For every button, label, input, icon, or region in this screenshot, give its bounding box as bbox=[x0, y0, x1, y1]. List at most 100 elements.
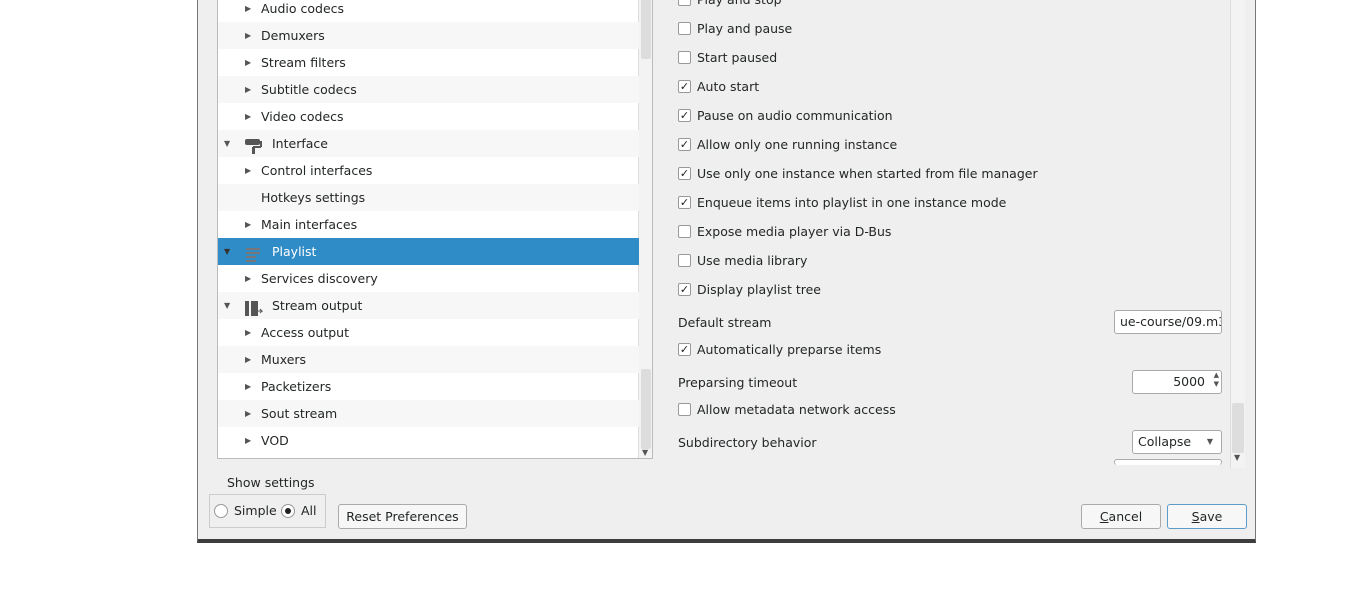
checkbox[interactable] bbox=[678, 254, 691, 267]
spin-arrows-icon[interactable]: ▲ ▼ bbox=[1214, 371, 1219, 389]
chevron-right-icon[interactable]: ▶ bbox=[245, 157, 251, 184]
scroll-thumb[interactable] bbox=[641, 369, 651, 449]
option-label: Enqueue items into playlist in one insta… bbox=[697, 195, 1007, 210]
tree-item[interactable]: ▶ Access output bbox=[218, 319, 639, 346]
cancel-button[interactable]: Cancel bbox=[1081, 504, 1161, 529]
reset-preferences-button[interactable]: Reset Preferences bbox=[338, 504, 467, 529]
option-allow-only-one-running-instance[interactable]: ✓ Allow only one running instance bbox=[678, 135, 1223, 155]
tree-item[interactable]: ▼ Interface bbox=[218, 130, 639, 157]
checkbox[interactable]: ✓ bbox=[678, 138, 691, 151]
tree-item[interactable]: ▶ Subtitle codecs bbox=[218, 76, 639, 103]
label: ancel bbox=[1108, 509, 1143, 524]
radio-all[interactable] bbox=[281, 504, 295, 518]
tree-item[interactable]: ▶ Audio codecs bbox=[218, 0, 639, 22]
tree-item-label: Audio codecs bbox=[261, 1, 345, 16]
option-label: Subdirectory behavior bbox=[678, 435, 817, 450]
checkbox[interactable] bbox=[678, 225, 691, 238]
checkbox[interactable] bbox=[678, 22, 691, 35]
tree-item[interactable]: ▶ Stream filters bbox=[218, 49, 639, 76]
default-stream-input[interactable]: ue-course/09.m3u bbox=[1114, 310, 1222, 334]
checkbox[interactable]: ✓ bbox=[678, 343, 691, 356]
option-play-and-pause[interactable]: Play and pause bbox=[678, 19, 1223, 39]
option-pause-on-audio-communication[interactable]: ✓ Pause on audio communication bbox=[678, 106, 1223, 126]
tree-item[interactable]: ▶ Muxers bbox=[218, 346, 639, 373]
checkbox[interactable]: ✓ bbox=[678, 109, 691, 122]
scroll-down-icon[interactable]: ▼ bbox=[642, 448, 648, 457]
chevron-right-icon[interactable]: ▶ bbox=[245, 265, 251, 292]
option-label: Pause on audio communication bbox=[697, 108, 893, 123]
tree-item[interactable]: ▶ Video codecs bbox=[218, 103, 639, 130]
option-label: Use media library bbox=[697, 253, 808, 268]
tree-item[interactable]: ▶ Sout stream bbox=[218, 400, 639, 427]
subdirectory-behavior-select[interactable]: Collapse ▼ bbox=[1132, 430, 1222, 454]
option-automatically-preparse-items[interactable]: ✓ Automatically preparse items bbox=[678, 340, 1223, 360]
tree-item[interactable]: ▼ Stream output bbox=[218, 292, 639, 319]
option-play-and-stop[interactable]: Play and stop bbox=[678, 0, 1223, 10]
chevron-right-icon[interactable]: ▶ bbox=[245, 373, 251, 400]
stream-output-icon bbox=[244, 298, 264, 316]
chevron-right-icon[interactable]: ▶ bbox=[245, 0, 251, 22]
chevron-right-icon[interactable]: ▶ bbox=[245, 211, 251, 238]
tree-item[interactable]: ▶ Packetizers bbox=[218, 373, 639, 400]
chevron-down-icon[interactable]: ▼ bbox=[224, 292, 230, 319]
chevron-right-icon[interactable]: ▶ bbox=[245, 346, 251, 373]
show-settings-label: Show settings bbox=[227, 475, 315, 490]
scroll-thumb[interactable] bbox=[641, 0, 651, 59]
tree-item[interactable]: ▶ Services discovery bbox=[218, 265, 639, 292]
option-allow-metadata-network-access[interactable]: Allow metadata network access bbox=[678, 400, 1223, 420]
preparsing-timeout-spinbox[interactable]: 5000 ▲ ▼ bbox=[1132, 370, 1222, 394]
option-use-media-library[interactable]: Use media library bbox=[678, 251, 1223, 271]
option-label: Automatically preparse items bbox=[697, 342, 882, 357]
chevron-right-icon[interactable]: ▶ bbox=[245, 427, 251, 454]
tree-item[interactable]: ▼ Playlist bbox=[218, 238, 639, 265]
tree-item-label: Access output bbox=[261, 325, 349, 340]
scroll-down-icon[interactable]: ▼ bbox=[1234, 453, 1240, 462]
save-button[interactable]: Save bbox=[1167, 504, 1247, 529]
tree-item[interactable]: ▶ Main interfaces bbox=[218, 211, 639, 238]
radio-simple[interactable] bbox=[214, 504, 228, 518]
chevron-right-icon[interactable]: ▶ bbox=[245, 319, 251, 346]
chevron-right-icon[interactable]: ▶ bbox=[245, 400, 251, 427]
chevron-right-icon[interactable]: ▶ bbox=[245, 76, 251, 103]
tree-item-label: Demuxers bbox=[261, 28, 325, 43]
radio-all-label[interactable]: All bbox=[301, 503, 317, 518]
checkbox[interactable] bbox=[678, 51, 691, 64]
option-preparsing-timeout: Preparsing timeout 5000 ▲ ▼ bbox=[678, 370, 1223, 394]
checkbox[interactable] bbox=[678, 0, 691, 6]
select-value: Collapse bbox=[1138, 434, 1192, 449]
checkbox[interactable]: ✓ bbox=[678, 80, 691, 93]
tree-item-label: Packetizers bbox=[261, 379, 332, 394]
chevron-right-icon[interactable]: ▶ bbox=[245, 49, 251, 76]
option-label: Allow metadata network access bbox=[697, 402, 896, 417]
preferences-window: ▼ ▶ Audio codecs ▶ Demuxers ▶ Stream filters ▶… bbox=[197, 0, 1256, 543]
spin-value: 5000 bbox=[1173, 374, 1205, 389]
checkbox[interactable]: ✓ bbox=[678, 283, 691, 296]
options-scrollbar[interactable]: ▼ bbox=[1230, 0, 1245, 468]
next-field-partial[interactable] bbox=[1114, 459, 1222, 465]
tree-item[interactable]: Hotkeys settings bbox=[218, 184, 639, 211]
option-label: Allow only one running instance bbox=[697, 137, 898, 152]
option-enqueue-items-into-playlist-in-one-instance-mode[interactable]: ✓ Enqueue items into playlist in one inst… bbox=[678, 193, 1223, 213]
option-display-playlist-tree[interactable]: ✓ Display playlist tree bbox=[678, 280, 1223, 300]
tree-item-label: Main interfaces bbox=[261, 217, 358, 232]
tree-item[interactable]: ▶ Control interfaces bbox=[218, 157, 639, 184]
chevron-down-icon[interactable]: ▼ bbox=[224, 238, 230, 265]
option-label: Use only one instance when started from … bbox=[697, 166, 1038, 181]
option-expose-media-player-via-d-bus[interactable]: Expose media player via D-Bus bbox=[678, 222, 1223, 242]
scroll-thumb[interactable] bbox=[1232, 403, 1244, 453]
tree-scrollbar[interactable]: ▼ bbox=[638, 0, 652, 458]
tree-item[interactable]: ▶ Demuxers bbox=[218, 22, 639, 49]
option-start-paused[interactable]: Start paused bbox=[678, 48, 1223, 68]
tree-item-label: Subtitle codecs bbox=[261, 82, 357, 97]
radio-simple-label[interactable]: Simple bbox=[234, 503, 277, 518]
option-auto-start[interactable]: ✓ Auto start bbox=[678, 77, 1223, 97]
option-use-only-one-instance-when-started-from-file-manager[interactable]: ✓ Use only one instance when started from… bbox=[678, 164, 1223, 184]
checkbox[interactable]: ✓ bbox=[678, 196, 691, 209]
checkbox[interactable]: ✓ bbox=[678, 167, 691, 180]
chevron-right-icon[interactable]: ▶ bbox=[245, 103, 251, 130]
chevron-right-icon[interactable]: ▶ bbox=[245, 22, 251, 49]
mnemonic: S bbox=[1191, 509, 1200, 524]
tree-item[interactable]: ▶ VOD bbox=[218, 427, 639, 454]
checkbox[interactable] bbox=[678, 403, 691, 416]
chevron-down-icon[interactable]: ▼ bbox=[224, 130, 230, 157]
